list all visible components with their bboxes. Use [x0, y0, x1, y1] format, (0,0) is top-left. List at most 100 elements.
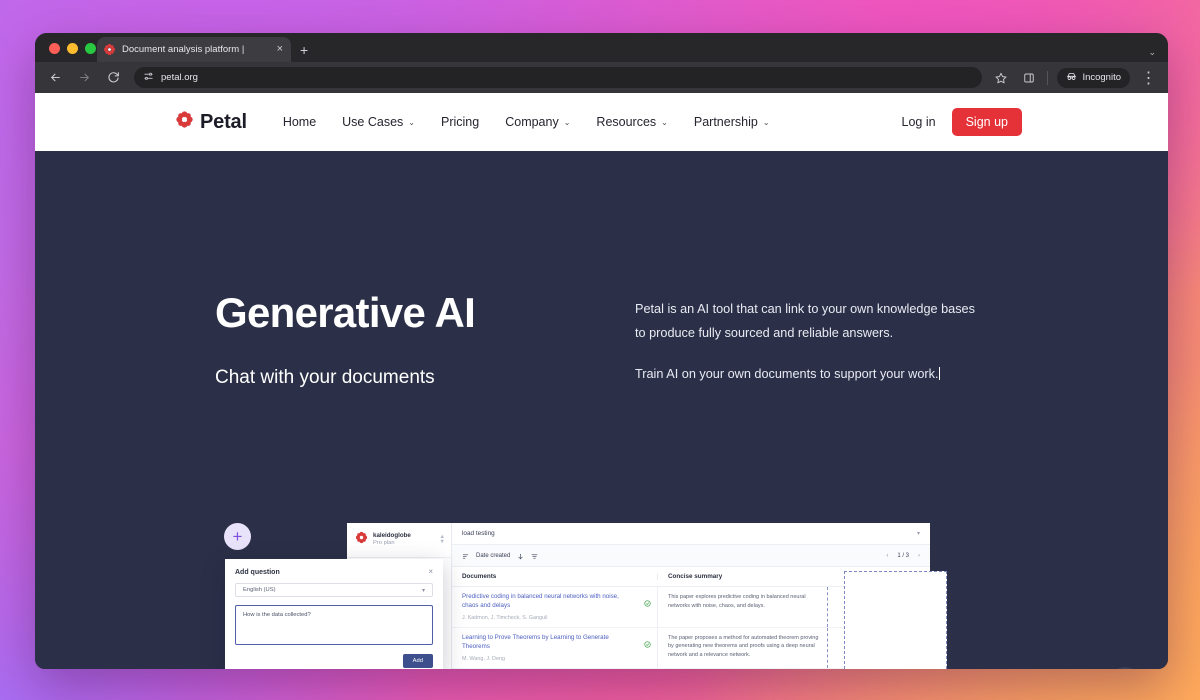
nav-label: Company	[505, 115, 559, 129]
chevron-down-icon[interactable]: ▾	[917, 530, 920, 537]
star-icon[interactable]	[991, 68, 1010, 87]
tab-title: Document analysis platform |	[122, 44, 245, 55]
new-tab-button[interactable]: +	[300, 43, 308, 57]
hero-paragraph-1: Petal is an AI tool that can link to you…	[635, 302, 975, 340]
summary-cell: This paper explores predictive coding in…	[657, 587, 827, 627]
chevron-updown-icon: ▲ ▼	[439, 534, 445, 545]
language-value: English (US)	[243, 587, 276, 593]
add-question-modal: Add question × English (US) ▾ How is the…	[225, 559, 443, 669]
brand-name: Petal	[200, 110, 247, 133]
check-circle-icon	[644, 594, 651, 607]
browser-titlebar: Document analysis platform | × + ⌄	[35, 33, 1168, 62]
close-icon[interactable]: ×	[275, 44, 285, 55]
next-page-button[interactable]: ›	[918, 553, 920, 559]
petal-flower-icon	[103, 43, 116, 56]
hero-paragraph-2-wrap: Train AI on your own documents to suppor…	[635, 363, 980, 387]
query-bar[interactable]: load testing ▾	[452, 523, 930, 545]
sort-bar: Date created ‹ 1 / 3 ›	[452, 545, 930, 567]
minimize-window-button[interactable]	[67, 43, 78, 54]
query-text: load testing	[462, 530, 495, 537]
hero-paragraph-2: Train AI on your own documents to suppor…	[635, 367, 939, 381]
document-title[interactable]: Predictive coding in balanced neural net…	[462, 593, 651, 611]
answer-column: + Add question	[844, 571, 947, 669]
hero-section: Generative AI Chat with your documents P…	[35, 151, 1168, 669]
main-nav: Home Use Cases ⌄ Pricing Company ⌄ Resou…	[283, 115, 770, 129]
back-button[interactable]	[45, 68, 65, 88]
chevron-down-icon: ⌄	[563, 117, 571, 127]
url-text[interactable]: petal.org	[161, 72, 198, 83]
close-icon[interactable]: ×	[428, 568, 433, 576]
document-authors: J. Kadmon, J. Timcheck, S. Ganguli	[462, 614, 548, 621]
browser-menu-button[interactable]: ⋮	[1139, 68, 1158, 87]
login-link[interactable]: Log in	[902, 115, 936, 129]
summary-text: This paper explores predictive coding in…	[668, 594, 806, 609]
nav-label: Home	[282, 115, 317, 129]
nav-item-use-cases[interactable]: Use Cases ⌄	[342, 115, 415, 129]
workspace-text: kaleidoglobe Pro plan	[373, 532, 435, 547]
filter-icon[interactable]	[531, 547, 538, 565]
add-button[interactable]: Add	[402, 654, 433, 668]
modal-footer: Add	[225, 645, 443, 669]
nav-item-partnership[interactable]: Partnership ⌄	[694, 115, 770, 129]
chat-bubble-icon[interactable]	[1108, 667, 1142, 669]
text-cursor	[939, 367, 941, 380]
page-title: Generative AI	[215, 289, 476, 336]
incognito-indicator[interactable]: Incognito	[1057, 67, 1130, 88]
arrow-down-icon[interactable]	[517, 547, 524, 565]
reload-button[interactable]	[103, 68, 123, 88]
workspace-plan: Pro plan	[373, 540, 395, 547]
nav-item-company[interactable]: Company ⌄	[505, 115, 570, 129]
side-panel-icon[interactable]	[1019, 68, 1038, 87]
summary-cell: The paper proposes a method for automate…	[657, 627, 827, 668]
hero-right: Petal is an AI tool that can link to you…	[635, 298, 980, 387]
chevron-down-icon: ▾	[421, 587, 425, 594]
nav-label: Use Cases	[342, 115, 404, 129]
summary-text: The paper proposes a method for automate…	[668, 634, 819, 658]
nav-label: Pricing	[441, 115, 480, 129]
modal-title: Add question	[235, 568, 280, 576]
incognito-label: Incognito	[1082, 72, 1121, 83]
site-settings-icon[interactable]	[143, 69, 154, 87]
window-traffic-lights	[49, 43, 96, 54]
question-input[interactable]: How is the data collected?	[235, 605, 433, 645]
header-actions: Log in Sign up	[902, 108, 1168, 136]
document-title[interactable]: Learning to Prove Theorems by Learning t…	[462, 634, 651, 652]
web-page: Petal Home Use Cases ⌄ Pricing Company ⌄	[35, 93, 1168, 669]
page-indicator: 1 / 3	[897, 552, 909, 559]
add-question-fab[interactable]: +	[224, 523, 251, 550]
browser-window: Document analysis platform | × + ⌄ petal…	[35, 33, 1168, 669]
check-circle-icon	[644, 635, 651, 648]
workspace-switcher[interactable]: kaleidoglobe Pro plan ▲ ▼	[347, 523, 451, 558]
nav-item-pricing[interactable]: Pricing	[441, 115, 479, 129]
column-header-documents: Documents	[462, 573, 497, 580]
nav-item-home[interactable]: Home	[283, 115, 316, 129]
forward-button[interactable]	[74, 68, 94, 88]
chevron-down-icon: ⌄	[661, 117, 668, 127]
app-screenshot: kaleidoglobe Pro plan ▲▼ AI credits: 499…	[224, 523, 947, 669]
nav-label: Partnership	[693, 115, 758, 129]
document-authors: M. Wang, J. Deng	[462, 655, 505, 662]
incognito-icon	[1066, 71, 1077, 85]
petal-logo[interactable]: Petal	[175, 110, 247, 134]
prev-page-button[interactable]: ‹	[886, 553, 888, 559]
browser-toolbar: petal.org Incognito ⋮	[35, 62, 1168, 93]
modal-header: Add question ×	[225, 559, 443, 583]
nav-label: Resources	[596, 115, 657, 129]
chevron-down-icon[interactable]: ⌄	[1148, 47, 1156, 58]
petal-flower-icon	[175, 110, 194, 134]
browser-tab[interactable]: Document analysis platform | ×	[97, 37, 291, 62]
column-header-summary: Concise summary	[657, 573, 827, 580]
close-window-button[interactable]	[49, 43, 60, 54]
address-bar[interactable]: petal.org	[134, 67, 983, 88]
hero-subtitle: Chat with your documents	[215, 367, 435, 389]
signup-button[interactable]: Sign up	[951, 108, 1022, 136]
petal-flower-icon	[355, 531, 368, 549]
sort-label[interactable]: Date created	[476, 553, 510, 559]
toolbar-divider	[1047, 70, 1049, 85]
language-select[interactable]: English (US) ▾	[235, 583, 433, 597]
document-cell: Predictive coding in balanced neural net…	[452, 587, 657, 627]
sort-icon[interactable]	[462, 547, 469, 565]
nav-item-resources[interactable]: Resources ⌄	[596, 115, 667, 129]
site-header: Petal Home Use Cases ⌄ Pricing Company ⌄	[35, 93, 1168, 151]
maximize-window-button[interactable]	[85, 43, 96, 54]
